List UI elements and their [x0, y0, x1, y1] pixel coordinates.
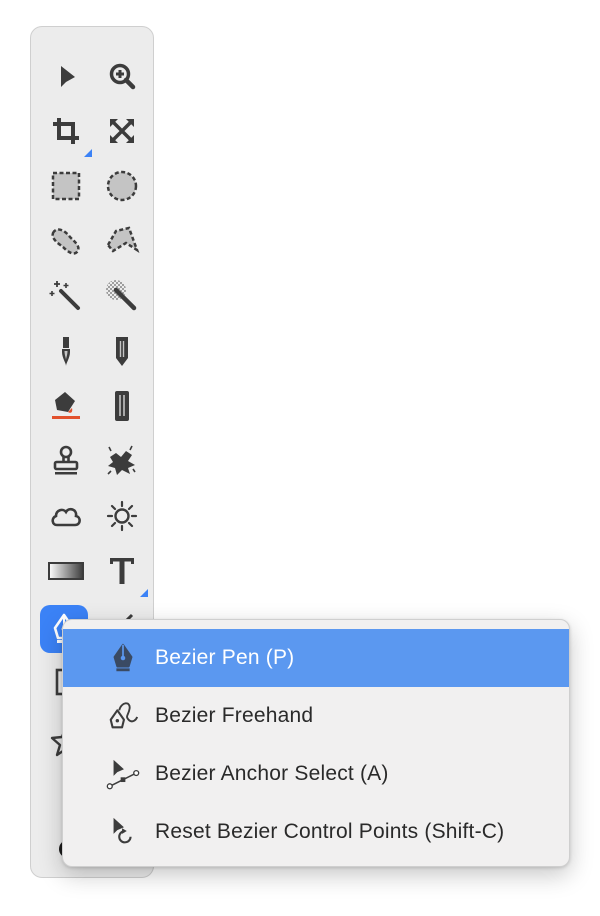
eraser-tool[interactable]	[98, 382, 146, 430]
paint-bucket-tool[interactable]	[42, 382, 90, 430]
freehand-pen-icon	[103, 696, 143, 736]
ellipse-select-tool[interactable]	[98, 162, 146, 210]
menu-item-bezier-pen[interactable]: Bezier Pen (P)	[63, 629, 569, 687]
clone-stamp-tool[interactable]	[42, 437, 90, 485]
sun-icon	[106, 500, 138, 532]
gradient-icon	[48, 562, 84, 580]
magic-wand-tool[interactable]	[42, 272, 90, 320]
eraser-icon	[115, 391, 129, 421]
menu-item-label: Bezier Anchor Select (A)	[155, 762, 389, 785]
paint-bucket-icon	[52, 392, 80, 419]
crop-icon	[53, 118, 79, 144]
smudge-tool[interactable]	[98, 437, 146, 485]
menu-item-bezier-anchor-select[interactable]: Bezier Anchor Select (A)	[63, 745, 569, 803]
reset-control-points-icon	[103, 812, 143, 852]
menu-item-reset-bezier-control-points[interactable]: Reset Bezier Control Points (Shift-C)	[63, 803, 569, 861]
menu-item-label: Bezier Freehand	[155, 704, 314, 727]
menu-item-label: Bezier Pen (P)	[155, 646, 295, 669]
flyout-indicator	[140, 589, 148, 597]
pencil-icon	[116, 337, 128, 366]
soft-wand-icon	[106, 280, 137, 311]
move-tool[interactable]	[42, 52, 90, 100]
dashed-circle-icon	[106, 170, 138, 202]
pen-nib-icon	[103, 638, 143, 678]
magic-wand-icon	[49, 281, 80, 310]
dashed-rectangle-icon	[51, 171, 81, 201]
cloud-icon	[51, 507, 81, 527]
paint-brush-tool[interactable]	[42, 327, 90, 375]
transform-tool[interactable]	[98, 107, 146, 155]
bezier-tool-menu: Bezier Pen (P) Bezier Freehand Bezier An…	[62, 619, 570, 867]
menu-item-bezier-freehand[interactable]: Bezier Freehand	[63, 687, 569, 745]
rect-select-tool[interactable]	[42, 162, 90, 210]
smudge-icon	[107, 445, 136, 475]
zoom-tool[interactable]	[98, 52, 146, 100]
flyout-indicator	[84, 149, 92, 157]
text-tool[interactable]	[98, 547, 148, 597]
stamp-icon	[53, 445, 79, 475]
lasso-tool[interactable]	[42, 217, 90, 265]
polygon-lasso-tool[interactable]	[98, 217, 146, 265]
gradient-tool[interactable]	[42, 547, 90, 595]
brush-icon	[62, 337, 70, 366]
expand-arrows-icon	[110, 119, 134, 143]
cloud-tool[interactable]	[42, 492, 90, 540]
crop-tool[interactable]	[42, 107, 92, 157]
zoom-in-icon	[109, 63, 136, 90]
lasso-icon	[51, 228, 80, 255]
polygon-lasso-icon	[106, 226, 140, 254]
color-select-tool[interactable]	[98, 272, 146, 320]
anchor-select-icon	[103, 754, 143, 794]
menu-item-label: Reset Bezier Control Points (Shift-C)	[155, 820, 505, 843]
text-icon	[110, 558, 134, 584]
pencil-tool[interactable]	[98, 327, 146, 375]
arrow-pointer-icon	[61, 66, 75, 87]
brightness-tool[interactable]	[98, 492, 146, 540]
